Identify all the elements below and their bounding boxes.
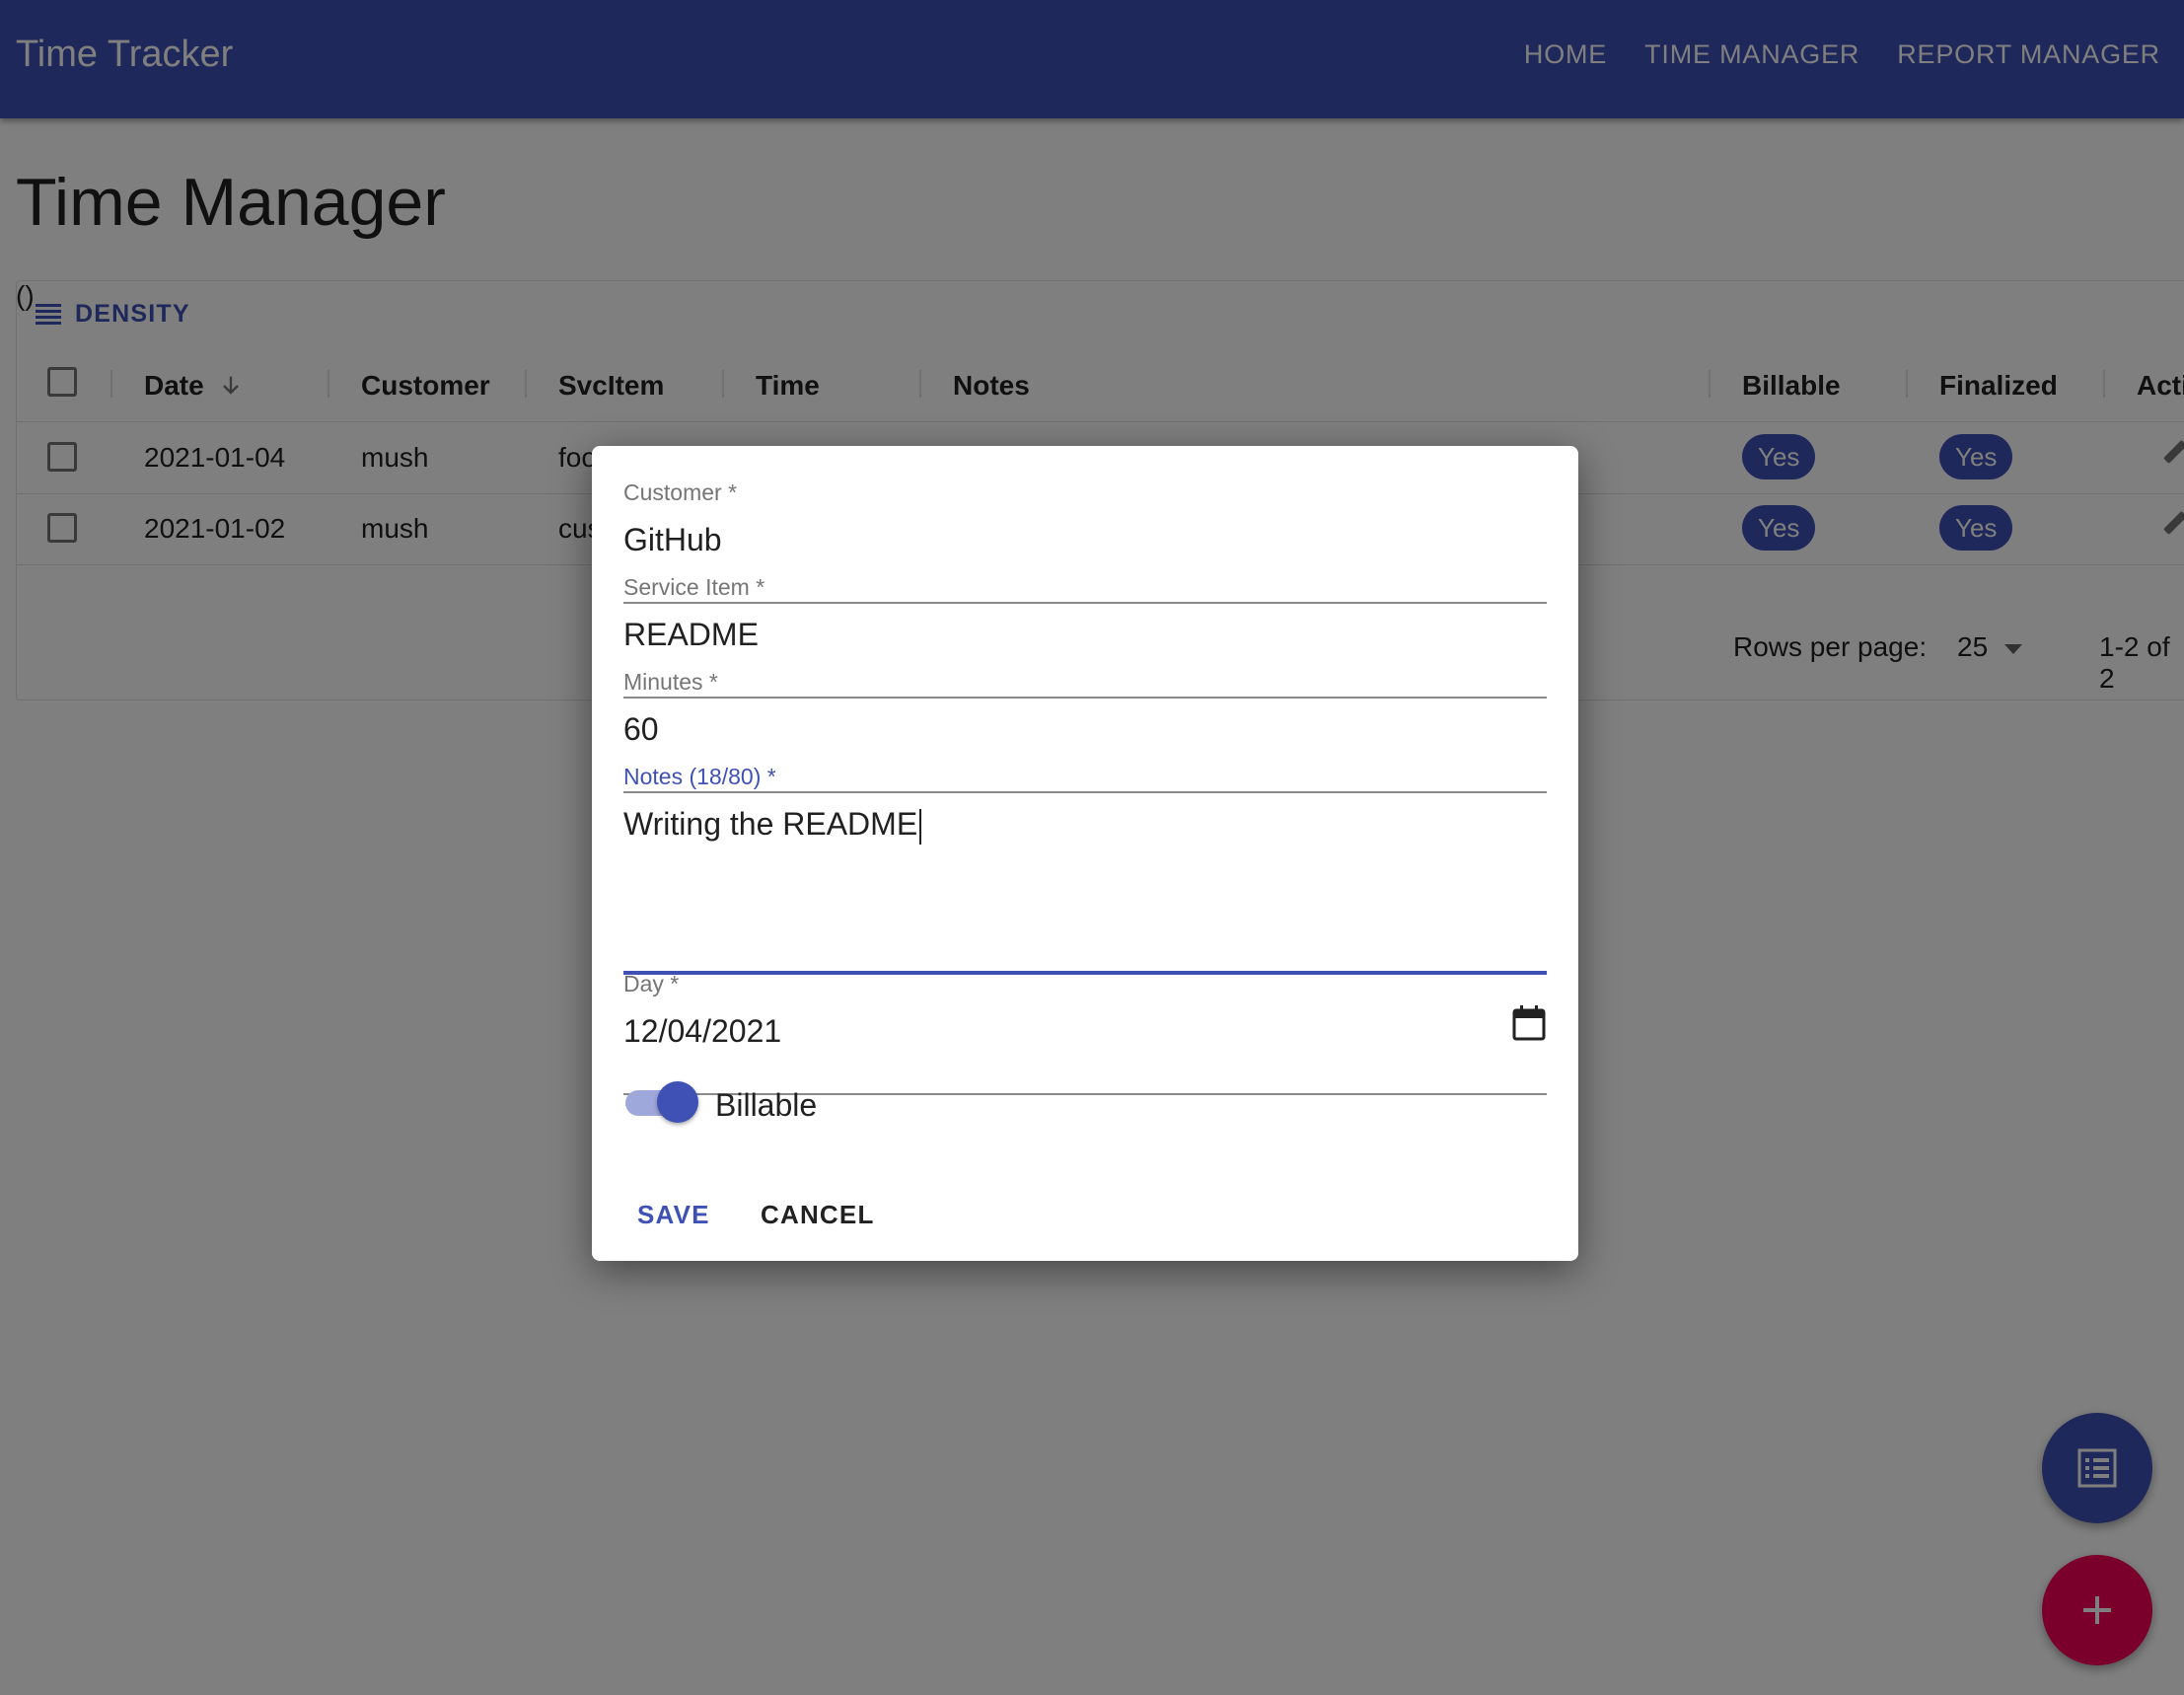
notes-field[interactable]: Notes (18/80) * Writing the README <box>623 764 1547 975</box>
customer-input[interactable]: GitHub <box>623 522 1547 558</box>
day-field[interactable]: Day * 12/04/2021 <box>623 971 1547 1095</box>
cancel-button[interactable]: CANCEL <box>761 1200 875 1230</box>
billable-switch-label: Billable <box>715 1087 818 1123</box>
service-item-input[interactable]: README <box>623 617 1547 653</box>
minutes-field[interactable]: Minutes * 60 <box>623 669 1547 793</box>
customer-label: Customer * <box>623 479 738 505</box>
service-item-field[interactable]: Service Item * README <box>623 574 1547 699</box>
minutes-input[interactable]: 60 <box>623 711 1547 748</box>
service-item-label: Service Item * <box>623 574 765 600</box>
calendar-icon[interactable] <box>1511 1004 1547 1042</box>
customer-field[interactable]: Customer * GitHub <box>623 479 1547 604</box>
time-entry-dialog: Customer * GitHub Service Item * README … <box>592 446 1578 1261</box>
notes-label: Notes (18/80) * <box>623 764 776 789</box>
day-input[interactable]: 12/04/2021 <box>623 1013 1547 1050</box>
notes-textarea[interactable]: Writing the README <box>623 806 1547 845</box>
switch-thumb <box>657 1081 698 1123</box>
save-button[interactable]: SAVE <box>637 1200 710 1230</box>
minutes-label: Minutes * <box>623 669 718 695</box>
billable-switch[interactable] <box>625 1081 698 1125</box>
day-label: Day * <box>623 971 680 996</box>
